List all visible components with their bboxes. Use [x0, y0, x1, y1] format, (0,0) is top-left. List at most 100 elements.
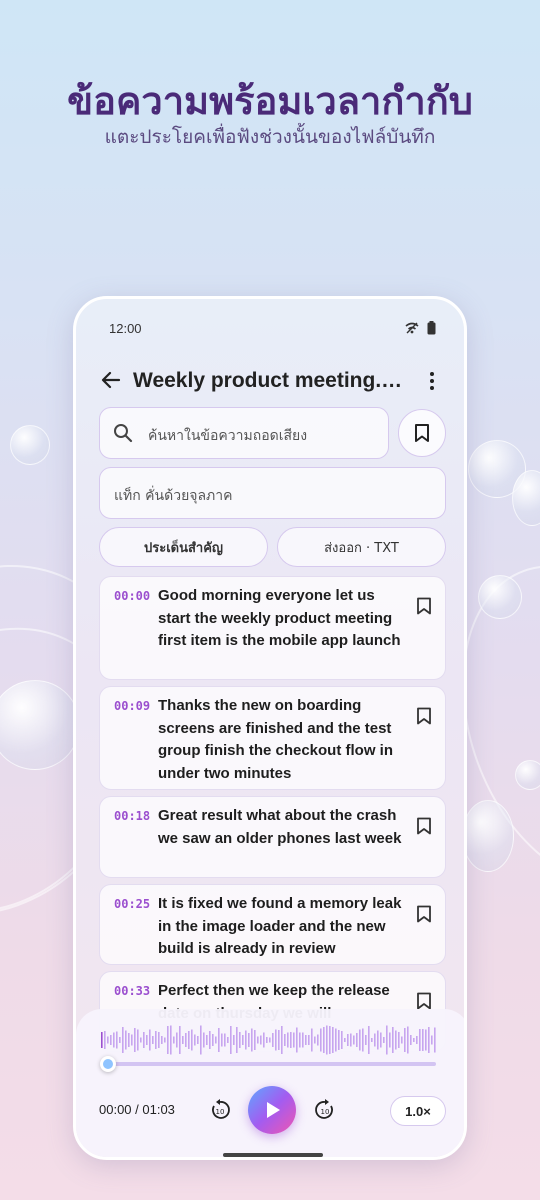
waveform-bar	[422, 1029, 424, 1051]
play-button[interactable]	[248, 1086, 296, 1134]
waveform-bar	[233, 1035, 235, 1045]
waveform-bar	[134, 1028, 136, 1052]
waveform-bar	[425, 1029, 427, 1051]
back-arrow-icon[interactable]	[100, 369, 124, 393]
waveform-bar	[368, 1026, 370, 1054]
segment-timestamp: 00:00	[114, 589, 151, 603]
waveform-bar	[224, 1033, 226, 1047]
more-vert-icon[interactable]	[420, 369, 444, 393]
transcript-segment[interactable]: 00:18 Great result what about the crash …	[99, 796, 446, 878]
waveform-bar	[365, 1035, 367, 1045]
waveform-bar	[293, 1032, 295, 1048]
segment-timestamp: 00:25	[114, 897, 151, 911]
waveform-bar	[149, 1029, 151, 1051]
waveform-bar	[275, 1029, 277, 1051]
waveform-bar	[272, 1033, 274, 1047]
waveform-bar	[269, 1037, 271, 1043]
waveform-bar	[329, 1026, 331, 1054]
tags-input[interactable]: แท็ก คั่นด้วยจุลภาค	[99, 467, 446, 519]
bookmark-icon[interactable]	[416, 905, 432, 928]
waveform-bar	[263, 1032, 265, 1048]
waveform-bar	[299, 1032, 301, 1048]
waveform[interactable]	[101, 1023, 439, 1057]
status-bar: 12:00	[109, 321, 436, 337]
waveform-bar	[137, 1029, 139, 1051]
waveform-bar	[377, 1030, 379, 1050]
waveform-bar	[176, 1032, 178, 1048]
waveform-bar	[287, 1032, 289, 1048]
bookmark-icon[interactable]	[416, 597, 432, 620]
waveform-bar	[221, 1033, 223, 1047]
waveform-bar	[332, 1027, 334, 1053]
waveform-bar	[194, 1034, 196, 1046]
key-points-button[interactable]: ประเด็นสำคัญ	[99, 527, 268, 567]
playback-speed-button[interactable]: 1.0×	[390, 1096, 446, 1126]
segment-text: Good morning everyone let us start the w…	[158, 587, 401, 649]
waveform-bar	[374, 1033, 376, 1047]
seek-handle[interactable]	[100, 1056, 116, 1072]
waveform-bar	[164, 1037, 166, 1043]
waveform-bar	[389, 1032, 391, 1048]
waveform-bar	[251, 1028, 253, 1052]
bookmarks-filter-button[interactable]	[398, 409, 446, 457]
hero-subtitle: แตะประโยคเพื่อฟังช่วงนั้นของไฟล์บันทึก	[104, 126, 436, 148]
segment-timestamp: 00:09	[114, 699, 151, 713]
waveform-bar	[197, 1036, 199, 1044]
waveform-bar	[419, 1029, 421, 1051]
waveform-bar	[416, 1036, 418, 1044]
transcript-segment[interactable]: 00:09 Thanks the new on boarding screens…	[99, 686, 446, 790]
waveform-bar	[320, 1028, 322, 1052]
waveform-bar	[212, 1034, 214, 1046]
transcript-segment[interactable]: 00:25 It is fixed we found a memory leak…	[99, 884, 446, 965]
waveform-bar	[218, 1028, 220, 1052]
segment-timestamp: 00:18	[114, 809, 151, 823]
bookmark-icon[interactable]	[416, 817, 432, 840]
waveform-bar	[392, 1027, 394, 1053]
transcript-segment[interactable]: 00:00 Good morning everyone let us start…	[99, 576, 446, 680]
waveform-bar	[395, 1030, 397, 1050]
play-icon	[267, 1102, 280, 1118]
waveform-bar	[200, 1025, 202, 1055]
waveform-bar	[227, 1037, 229, 1043]
status-time: 12:00	[109, 321, 142, 336]
waveform-bar	[161, 1036, 163, 1044]
rewind-10-icon[interactable]: 10	[209, 1099, 231, 1126]
export-txt-button[interactable]: ส่งออก · TXT	[277, 527, 446, 567]
forward-10-icon[interactable]: 10	[314, 1099, 336, 1126]
waveform-bar	[206, 1035, 208, 1045]
waveform-bar	[122, 1027, 124, 1053]
waveform-bar	[236, 1027, 238, 1053]
waveform-bar	[131, 1034, 133, 1046]
seek-bar[interactable]	[104, 1062, 436, 1066]
app-bar: Weekly product meeting.m4a	[100, 365, 444, 397]
transcript-search-input[interactable]: ค้นหาในข้อความถอดเสียง	[99, 407, 389, 459]
waveform-bar	[401, 1036, 403, 1044]
waveform-bar	[347, 1034, 349, 1046]
tags-placeholder: แท็ก คั่นด้วยจุลภาค	[114, 488, 233, 504]
waveform-bar	[311, 1028, 313, 1052]
waveform-bar	[215, 1036, 217, 1044]
waveform-bar	[317, 1034, 319, 1046]
waveform-bar	[335, 1028, 337, 1052]
waveform-bar	[338, 1030, 340, 1050]
waveform-bar	[359, 1029, 361, 1051]
waveform-bar	[245, 1030, 247, 1050]
waveform-bar	[308, 1035, 310, 1045]
waveform-bar	[305, 1035, 307, 1045]
waveform-bar	[326, 1025, 328, 1055]
waveform-bar	[344, 1038, 346, 1042]
waveform-bar	[146, 1035, 148, 1045]
waveform-bar	[125, 1030, 127, 1050]
recording-title: Weekly product meeting.m4a	[133, 369, 415, 392]
bookmark-icon[interactable]	[416, 707, 432, 730]
waveform-bar	[386, 1025, 388, 1055]
waveform-bar	[143, 1032, 145, 1048]
waveform-bar	[107, 1036, 109, 1044]
waveform-bar	[110, 1035, 112, 1045]
segment-text: It is fixed we found a memory leak in th…	[158, 895, 402, 957]
waveform-bar	[104, 1031, 106, 1049]
waveform-bar	[284, 1034, 286, 1046]
waveform-bar	[128, 1033, 130, 1047]
waveform-bar	[302, 1032, 304, 1048]
waveform-bar	[152, 1036, 154, 1044]
